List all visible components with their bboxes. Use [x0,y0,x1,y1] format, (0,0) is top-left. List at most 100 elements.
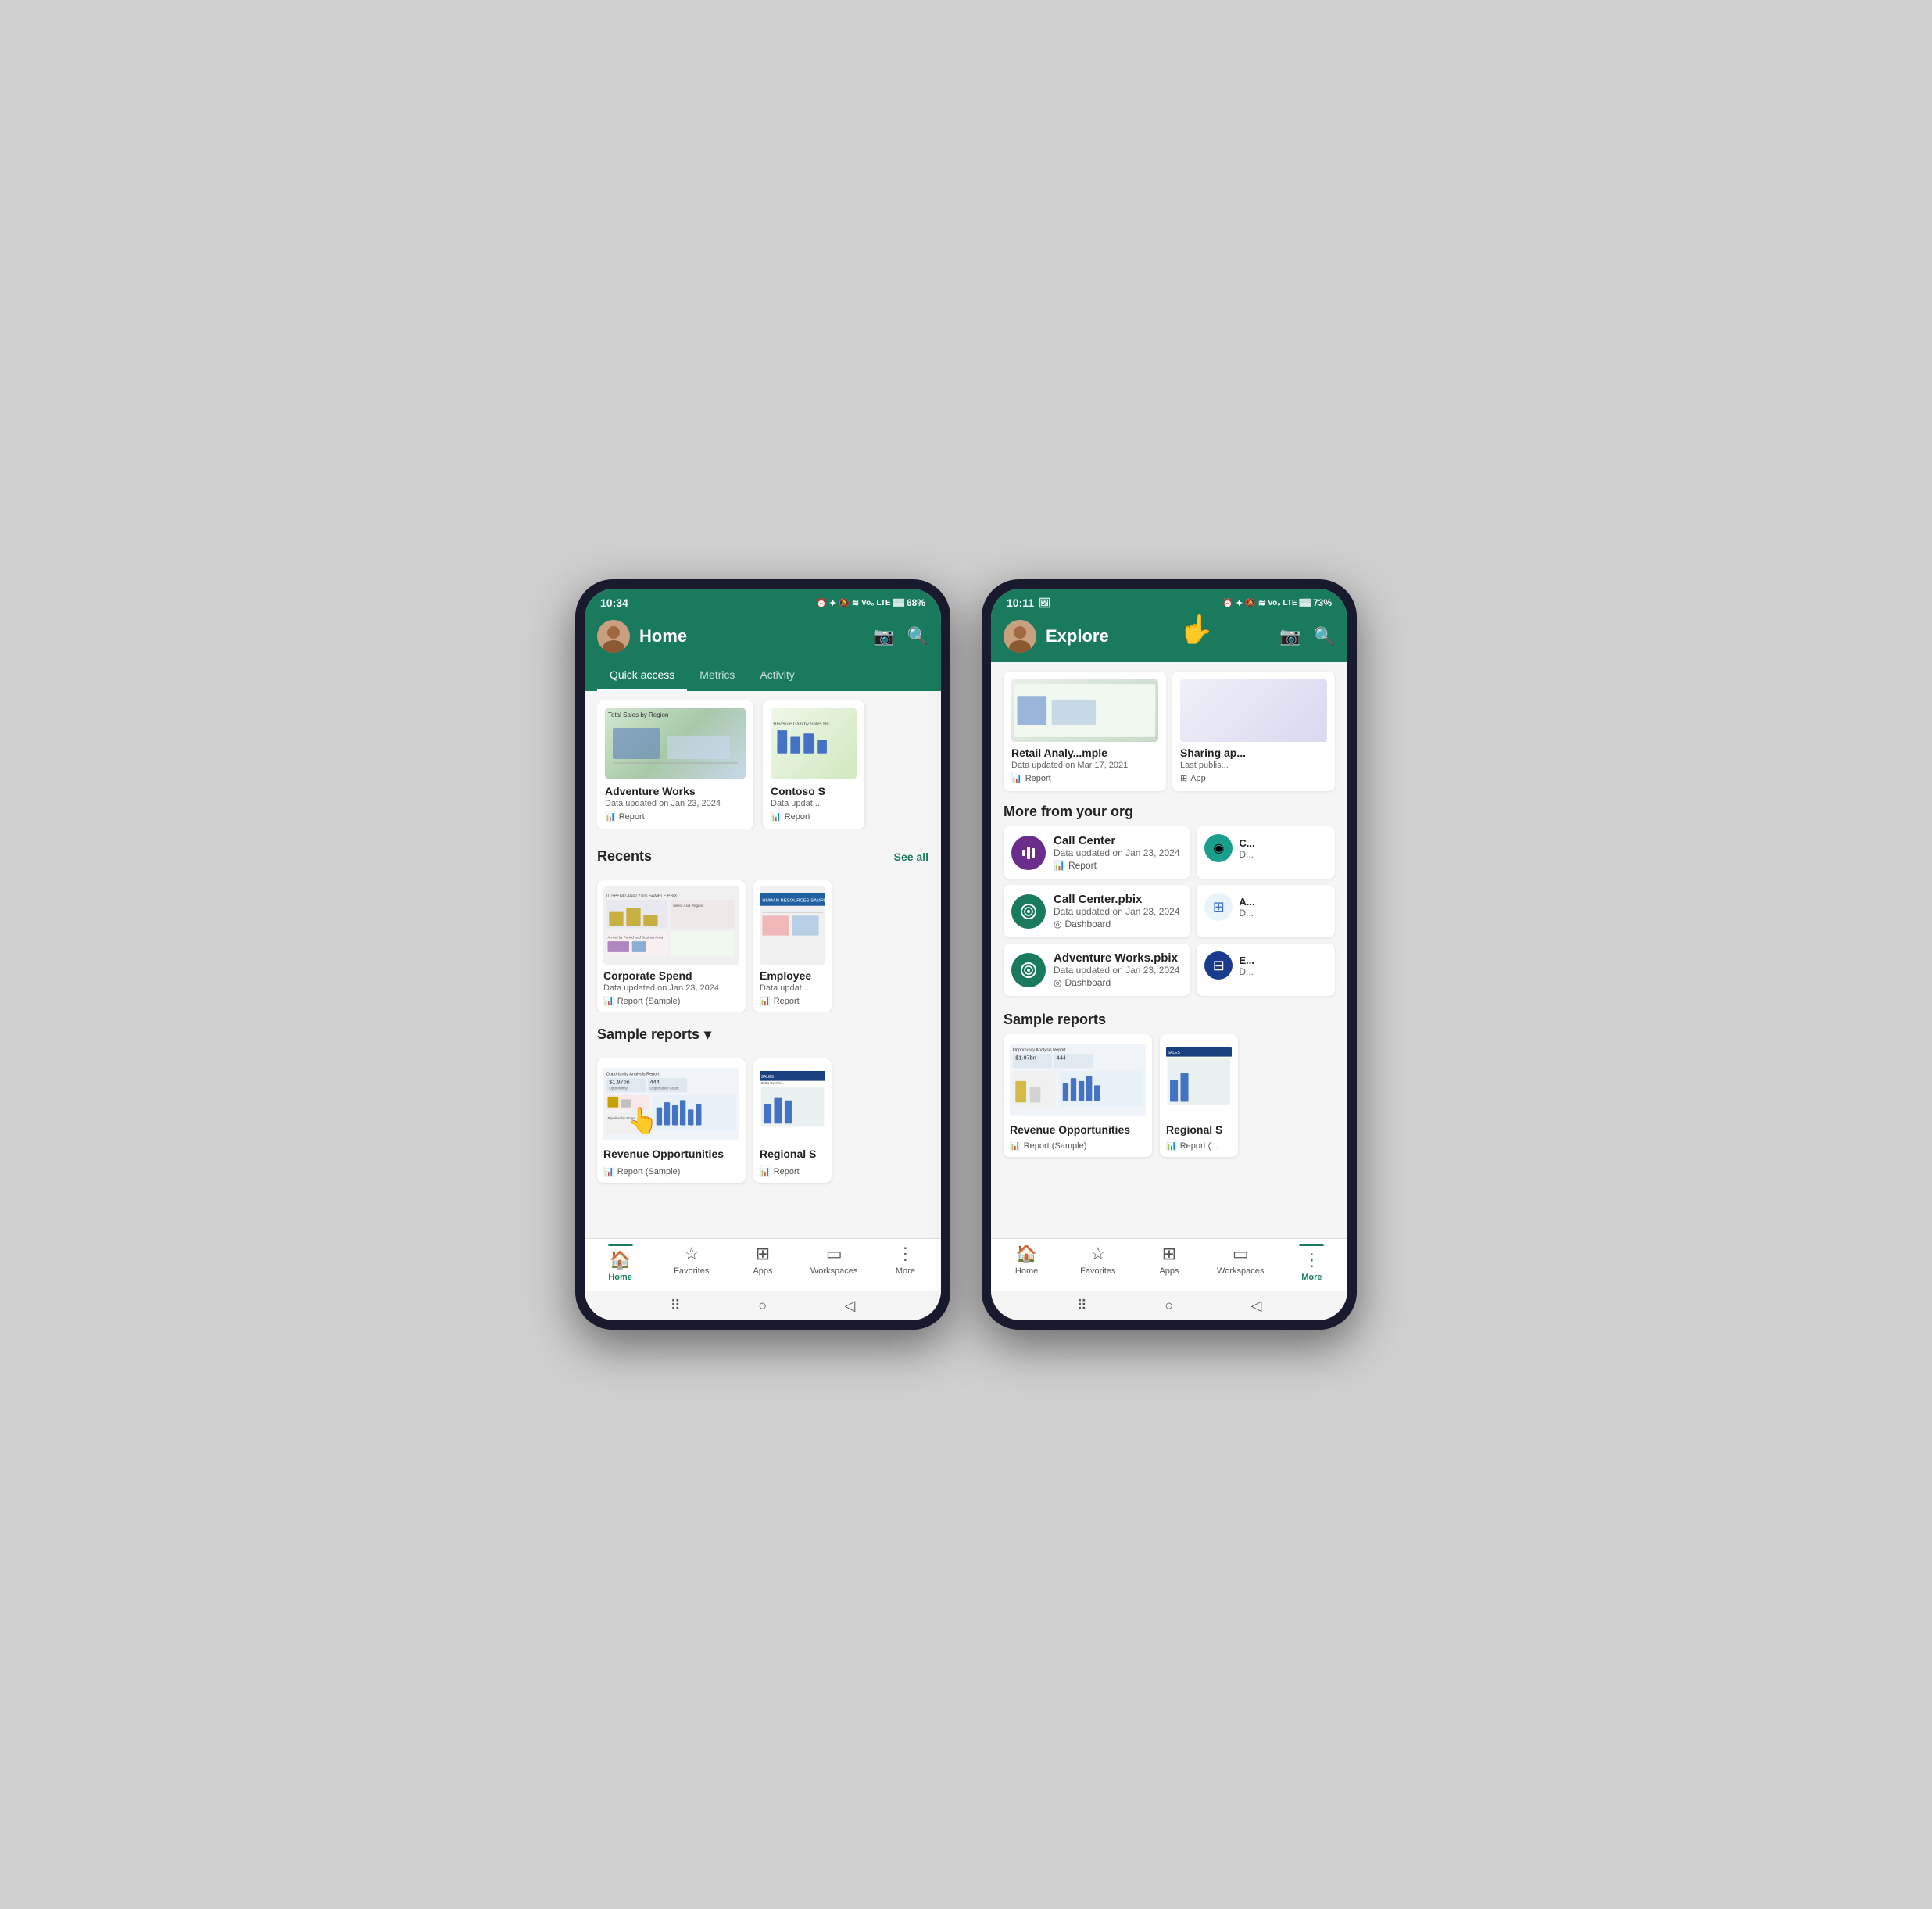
recent-type-corporate: 📊 Report (Sample) [603,996,739,1006]
sample-cards-row: Opportunity Analysis Report $1.97bn Oppo… [585,1058,941,1192]
status-bar-home: 10:34 ⏰ ✦ 🔕 ≋ Vo₀ LTE ▓▓ 68% [585,589,941,614]
card-date-contoso: Data updat... [771,799,857,808]
org-right-1-date: D... [1239,849,1254,860]
nav-active-bar-more [1299,1244,1324,1246]
org-card-call-center[interactable]: Call Center Data updated on Jan 23, 2024… [1004,826,1190,879]
wifi-icon: ≋ [852,598,859,608]
nav-home[interactable]: 🏠 Home [585,1244,656,1282]
org-card-right-2[interactable]: ⊞ A... D... [1197,885,1335,937]
recent-thumb-corporate: IT SPEND ANALYSIS SAMPLE PBIX Select Asi… [603,886,739,965]
more-from-org-header: More from your org [991,797,1347,826]
avatar-img-explore [1004,620,1036,653]
search-icon-home[interactable]: 🔍 [907,626,928,646]
nav-explore-workspaces[interactable]: ▭ Workspaces [1205,1244,1276,1282]
explore-sample-regional-thumb: SALES [1166,1040,1232,1119]
battery-home: 68% [907,597,925,608]
org-right-3-icon: ⊟ [1204,951,1233,980]
avatar-home [597,620,630,653]
sample-card-revenue[interactable]: Opportunity Analysis Report $1.97bn Oppo… [597,1058,746,1183]
recents-cards-row: IT SPEND ANALYSIS SAMPLE PBIX Select Asi… [585,880,941,1012]
header-icons-explore[interactable]: 📷 🔍 [1279,626,1335,646]
explore-sample-regional[interactable]: SALES Regional S 📊 Report (... [1160,1034,1238,1157]
recents-btn-2[interactable]: ◁ [1250,1298,1261,1314]
home-btn-1[interactable]: ○ [758,1298,767,1314]
camera-icon-explore[interactable]: 📷 [1279,626,1301,646]
nav-explore-home[interactable]: 🏠 Home [991,1244,1062,1282]
search-icon-explore[interactable]: 🔍 [1314,626,1335,646]
nav-favorites[interactable]: ☆ Favorites [656,1244,727,1282]
org-card-call-center-pbix[interactable]: Call Center.pbix Data updated on Jan 23,… [1004,885,1190,937]
call-center-type: 📊 Report [1054,860,1179,871]
nav-apps[interactable]: ⊞ Apps [727,1244,798,1282]
explore-sample-regional-type: 📊 Report (... [1166,1141,1232,1151]
svg-text:444: 444 [650,1078,660,1085]
recents-btn-1[interactable]: ◁ [844,1298,855,1314]
home-icon: 🏠 [610,1250,631,1270]
top-card-sharing-type: ⊞ App [1180,773,1327,783]
phone-bottom-bar-2: ⠿ ○ ◁ [991,1291,1347,1320]
card-adventure-works[interactable]: Total Sales by Region Adventure Works D [597,700,753,829]
svg-text:Select Asia Region: Select Asia Region [673,904,703,908]
back-btn-2[interactable]: ⠿ [1077,1298,1087,1314]
org-card-adventure-inner: Adventure Works.pbix Data updated on Jan… [1011,951,1182,988]
workspaces-icon: ▭ [826,1244,843,1264]
recent-title-employee: Employee [760,969,825,982]
status-time-explore: 10:11 [1007,596,1034,609]
tab-metrics[interactable]: Metrics [687,662,747,691]
status-icons-home: ⏰ ✦ 🔕 ≋ Vo₀ LTE ▓▓ 68% [816,597,925,608]
see-all-link[interactable]: See all [894,851,928,863]
org-right-3-date: D... [1239,966,1254,977]
nav-explore-more[interactable]: ⋮ More [1276,1244,1347,1282]
top-card-retail[interactable]: Retail Analy...mple Data updated on Mar … [1004,672,1166,791]
report-icon-cc: 📊 [1054,860,1065,871]
top-card-sharing[interactable]: Sharing ap... Last publis... ⊞ App [1172,672,1335,791]
org-right-2-inner: ⊞ A... D... [1204,893,1327,921]
signal-icon: Vo₀ LTE ▓▓ [861,599,904,607]
recent-title-corporate: Corporate Spend [603,969,739,982]
mini-map-adventure: Total Sales by Region [605,708,746,779]
bluetooth-icon-2: ✦ [1236,598,1243,608]
svg-text:$1.97bn: $1.97bn [609,1078,629,1085]
recents-section: Recents See all [585,836,941,880]
svg-text:$1.97bn: $1.97bn [1015,1054,1036,1061]
favorites-icon-explore: ☆ [1090,1244,1106,1264]
tab-quick-access[interactable]: Quick access [597,662,687,691]
tab-activity[interactable]: Activity [747,662,807,691]
card-contoso[interactable]: Revenue Gain by Sales Re... Contoso S [763,700,864,829]
home-btn-2[interactable]: ○ [1165,1298,1173,1314]
card-type-adventure: 📊 Report [605,811,746,822]
org-row-1: Call Center Data updated on Jan 23, 2024… [991,826,1347,885]
nav-explore-favorites[interactable]: ☆ Favorites [1062,1244,1133,1282]
call-center-date: Data updated on Jan 23, 2024 [1054,847,1179,858]
recent-card-corporate[interactable]: IT SPEND ANALYSIS SAMPLE PBIX Select Asi… [597,880,746,1012]
recent-date-employee: Data updat... [760,983,825,993]
explore-sample-cards: Opportunity Analysis Report $1.97bn 444 [991,1034,1347,1169]
nav-active-bar-home [608,1244,633,1246]
org-right-2-date: D... [1239,908,1254,919]
org-right-3-info: E... D... [1239,954,1254,977]
org-card-right-3[interactable]: ⊟ E... D... [1197,944,1335,996]
org-right-3-inner: ⊟ E... D... [1204,951,1327,980]
avatar-explore [1004,620,1036,653]
camera-icon-home[interactable]: 📷 [873,626,894,646]
nav-workspaces[interactable]: ▭ Workspaces [799,1244,870,1282]
nav-more[interactable]: ⋮ More [870,1244,941,1282]
org-card-adventure-pbix[interactable]: Adventure Works.pbix Data updated on Jan… [1004,944,1190,996]
header-icons-home[interactable]: 📷 🔍 [873,626,928,646]
nav-label-home: Home [608,1273,632,1282]
content-home: Total Sales by Region Adventure Works D [585,691,941,1238]
svg-text:Arrival by Period and Busines: Arrival by Period and Busines Area [607,935,663,939]
alarm-icon: ⏰ [816,598,827,608]
chevron-down-icon[interactable]: ▾ [704,1026,711,1043]
recent-card-employee[interactable]: HUMAN RESOURCES SAMPLE Employee Data upd… [753,880,832,1012]
back-btn-1[interactable]: ⠿ [671,1298,681,1314]
recent-type-employee: 📊 Report [760,996,825,1006]
nav-explore-apps[interactable]: ⊞ Apps [1133,1244,1204,1282]
more-icon-explore: ⋮ [1303,1250,1320,1270]
report-icon-6: 📊 [760,1166,771,1177]
org-card-right-1[interactable]: ◉ C... D... [1197,826,1335,879]
sample-thumb-revenue: Opportunity Analysis Report $1.97bn Oppo… [603,1065,739,1143]
explore-sample-revenue[interactable]: Opportunity Analysis Report $1.97bn 444 [1004,1034,1152,1157]
sample-card-regional[interactable]: SALES Sales Overvie... Regional S 📊 [753,1058,832,1183]
mute-icon-2: 🔕 [1245,598,1256,608]
